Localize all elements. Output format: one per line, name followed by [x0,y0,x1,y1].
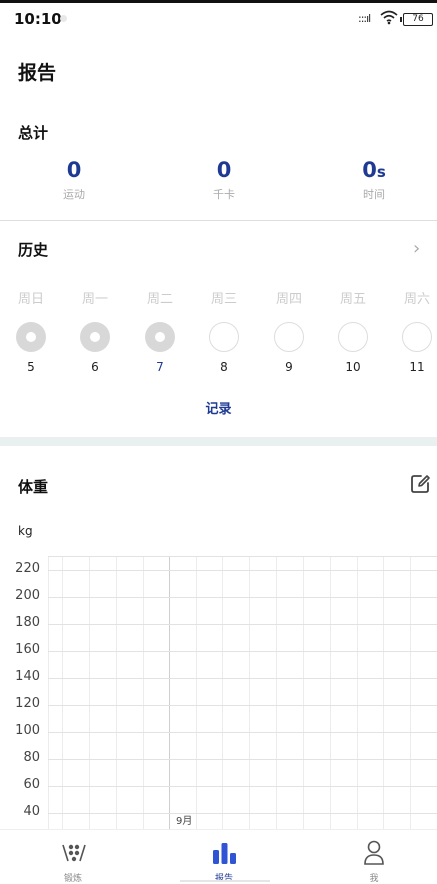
day-number: 10 [345,360,361,374]
profile-icon [364,840,384,865]
report-chart-icon [213,843,236,864]
day-number: 6 [91,360,99,374]
day-progress-circle[interactable] [274,322,304,352]
y-tick-label: 200 [15,588,40,603]
day-number: 5 [27,360,35,374]
status-time: 10:10 [14,10,62,28]
grid-hline [48,624,437,625]
day-progress-circle[interactable] [209,322,239,352]
wifi-icon [380,10,398,25]
weight-unit-label: kg [18,524,33,538]
chevron-right-icon[interactable]: › [413,238,420,259]
y-tick-label: 140 [15,669,40,684]
day-number: 9 [285,360,293,374]
day-progress-circle[interactable] [80,322,110,352]
grid-hline [48,556,437,557]
y-tick-label: 60 [23,777,40,792]
weight-chart[interactable]: 220 200 180 160 140 120 100 80 60 40 9月 [0,556,437,829]
stat-time: 0s 时间 [314,158,434,202]
day-number: 11 [409,360,425,374]
weekday-label: 周五 [339,292,366,307]
tab-report[interactable]: 报告 [151,830,297,884]
day-number-today: 7 [156,360,164,374]
tab-label: 报告 [214,874,233,884]
stat-calories: 0 千卡 [164,158,284,202]
y-tick-label: 220 [15,561,40,576]
weekday-label: 周二 [146,292,173,307]
weekday-label: 周日 [17,292,44,307]
day-progress-circle[interactable] [145,322,175,352]
grid-hline [48,651,437,652]
section-separator [0,437,437,446]
weekday-label: 周一 [81,292,108,307]
grid-hline [48,759,437,760]
grid-hline [48,786,437,787]
notification-dot-icon [60,15,67,22]
day-number: 8 [220,360,228,374]
y-tick-label: 40 [23,804,40,819]
grid-hline [48,678,437,679]
y-tick-label: 120 [15,696,40,711]
cellular-signal-icon: :::ıl [358,12,371,25]
stat-calories-label: 千卡 [213,188,235,201]
tab-label: 锻炼 [63,874,82,884]
y-tick-label: 180 [15,615,40,630]
weight-title: 体重 [18,478,49,496]
grid-hline [48,813,437,814]
page-title: 报告 [18,62,57,84]
weekday-label: 周四 [275,292,302,307]
stat-workouts-value: 0 [66,158,82,182]
record-link[interactable]: 记录 [0,398,437,417]
grid-hline [48,597,437,598]
workout-icon [62,844,86,862]
tab-workout[interactable]: 锻炼 [0,830,146,884]
battery-icon: 76 [400,13,433,26]
stat-time-label: 时间 [363,188,385,201]
month-label: 9月 [176,816,193,827]
history-title[interactable]: 历史 [18,239,48,260]
stat-workouts: 0 运动 [14,158,134,202]
bottom-tab-bar: 锻炼 报告 我 [0,829,437,884]
y-tick-label: 160 [15,642,40,657]
summary-title: 总计 [18,124,49,142]
grid-hline [48,732,437,733]
tab-profile[interactable]: 我 [301,830,437,884]
status-bar: 10:10 :::ıl 76 [0,3,437,37]
home-indicator [180,880,270,882]
weekday-label: 周三 [210,292,237,307]
grid-hline [48,570,437,571]
tab-label: 我 [369,874,379,884]
y-tick-label: 100 [15,723,40,738]
day-progress-circle[interactable] [16,322,46,352]
y-tick-label: 80 [23,750,40,765]
day-progress-circle[interactable] [338,322,368,352]
edit-icon[interactable] [409,473,431,495]
grid-hline [48,705,437,706]
weekday-label: 周六 [403,292,430,307]
stat-workouts-label: 运动 [63,188,85,201]
stat-time-value: 0s [362,158,386,182]
stat-calories-value: 0 [216,158,232,182]
day-progress-circle[interactable] [402,322,432,352]
section-divider [0,220,437,221]
